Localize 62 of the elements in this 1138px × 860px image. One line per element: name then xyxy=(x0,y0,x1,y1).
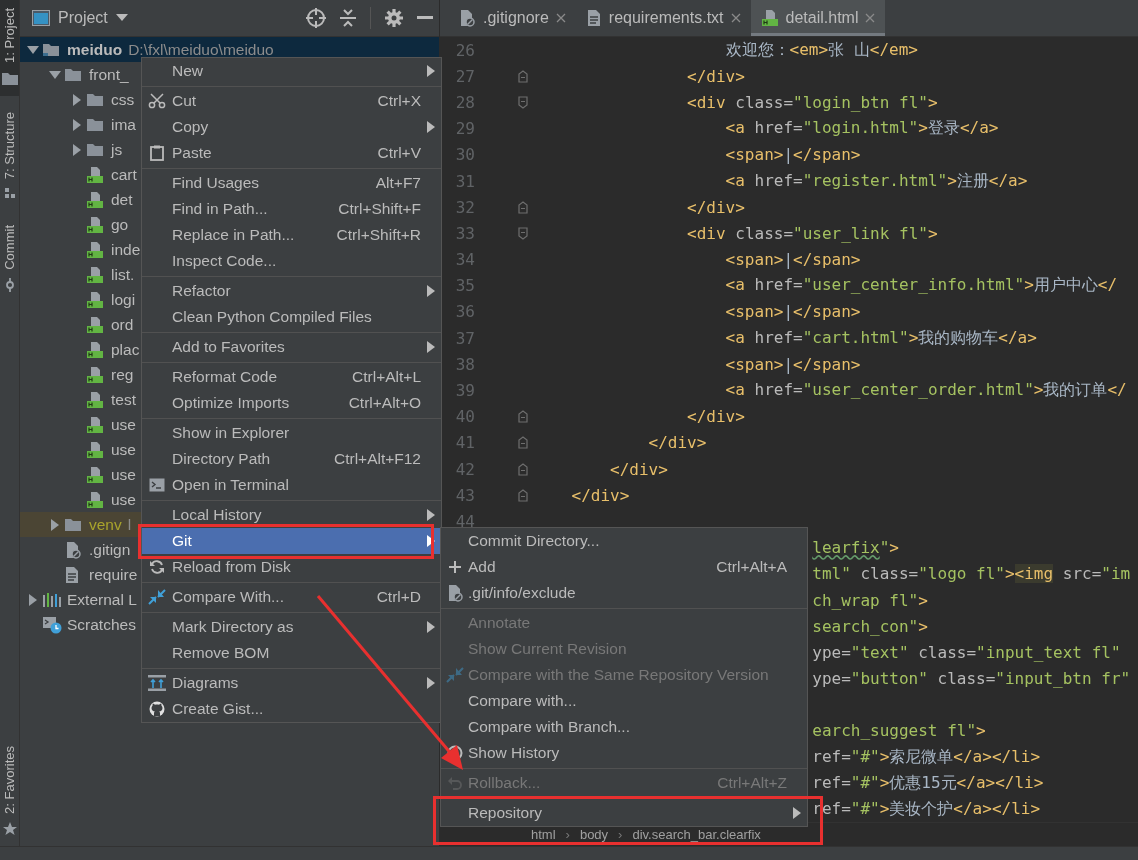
breadcrumb-separator: › xyxy=(565,827,570,842)
path-text: D:\fxl\meiduo\meiduo xyxy=(128,40,274,59)
code-line: <span>|</span> xyxy=(725,354,861,374)
code-line: tml" class="logo fl"><img src="im xyxy=(812,564,1131,584)
line-number: 43 xyxy=(455,485,475,505)
line-number: 44 xyxy=(455,511,475,531)
line-number: 26 xyxy=(455,40,475,60)
code-line: <a href="cart.html">我的购物车</a> xyxy=(725,327,1037,349)
code-line: learfix"> xyxy=(812,538,899,558)
code-line: ype="button" class="input_btn fr" xyxy=(812,669,1131,689)
shortcut-text: Ctrl+Alt+L xyxy=(351,368,421,386)
code-line: search_con"> xyxy=(812,616,928,636)
code-line: </div> xyxy=(687,66,745,86)
line-number: 41 xyxy=(455,433,475,453)
line-number: 39 xyxy=(455,381,475,401)
line-number: 32 xyxy=(455,197,475,217)
code-line: <span>|</span> xyxy=(725,302,861,322)
line-number: 36 xyxy=(455,302,475,322)
line-number: 34 xyxy=(455,250,475,270)
shortcut-text: Ctrl+X xyxy=(376,92,421,110)
code-line: </div> xyxy=(687,197,745,217)
line-number: 28 xyxy=(455,92,475,112)
code-line: </div> xyxy=(571,485,630,505)
code-line: <a href="user_center_order.html">我的订单</ xyxy=(725,380,1127,402)
shortcut-text: Ctrl+Alt+F12 xyxy=(333,450,421,468)
code-line: <span>|</span> xyxy=(725,250,861,270)
line-number: 33 xyxy=(455,223,475,243)
shortcut-text: Ctrl+Alt+O xyxy=(347,394,421,412)
shortcut-text: Ctrl+V xyxy=(376,144,421,162)
shortcut-text: Ctrl+Alt+A xyxy=(715,558,787,576)
code-line: 欢迎您：<em>张 山</em> xyxy=(725,39,918,61)
line-number: 27 xyxy=(455,66,475,86)
shortcut-text: Ctrl+Alt+Z xyxy=(716,774,787,792)
code-line: <div class="user_link fl"> xyxy=(687,223,938,243)
line-number: 30 xyxy=(455,145,475,165)
line-number: 38 xyxy=(455,354,475,374)
code-line: <a href="login.html">登录</a> xyxy=(725,118,999,140)
path-text: l xyxy=(127,515,132,534)
code-line: </div> xyxy=(648,433,707,453)
shortcut-text: Alt+F7 xyxy=(374,174,421,192)
line-number: 29 xyxy=(455,119,475,139)
line-number: 37 xyxy=(455,328,475,348)
breadcrumb-separator: › xyxy=(618,827,623,842)
code-line: ch_wrap fl"> xyxy=(812,590,928,610)
shortcut-text: Ctrl+Shift+R xyxy=(335,226,421,244)
code-line: ref="#">索尼微单</a></li> xyxy=(812,746,1041,768)
code-line: earch_suggest fl"> xyxy=(812,721,986,741)
code-line: ype="text" class="input_text fl" xyxy=(812,642,1121,662)
code-line: <span>|</span> xyxy=(725,145,861,165)
code-line: </div> xyxy=(687,407,745,427)
code-line: ref="#">优惠15元</a></li> xyxy=(812,772,1044,794)
shortcut-text: Ctrl+Shift+F xyxy=(337,200,421,218)
code-line: </div> xyxy=(610,459,668,479)
line-number: 40 xyxy=(455,407,475,427)
line-number: 31 xyxy=(455,171,475,191)
line-number: 35 xyxy=(455,276,475,296)
line-number: 42 xyxy=(455,459,475,479)
shortcut-text: Ctrl+D xyxy=(375,588,421,606)
code-line: <div class="login_btn fl"> xyxy=(687,92,938,112)
code-line: <a href="register.html">注册</a> xyxy=(725,170,1028,192)
code-line: <a href="user_center_info.html">用户中心</ xyxy=(725,275,1118,297)
panel-title: Project xyxy=(58,9,108,27)
